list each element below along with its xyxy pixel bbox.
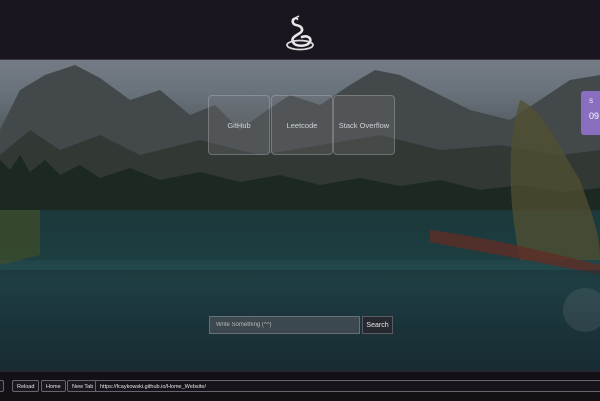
- clock-label: S: [589, 99, 594, 105]
- shortcut-github[interactable]: GitHub: [208, 95, 270, 155]
- new-tab-button[interactable]: New Tab: [67, 380, 99, 392]
- home-button[interactable]: Home: [41, 380, 66, 392]
- clock-widget: S 09: [581, 91, 600, 135]
- search-button[interactable]: Search: [362, 316, 393, 334]
- clock-time: 09: [589, 111, 600, 121]
- url-field[interactable]: https://fcaykowski.github.io/Home_Websit…: [95, 380, 600, 392]
- reload-button[interactable]: Reload: [12, 380, 40, 392]
- shortcut-label: Stack Overflow: [338, 120, 390, 130]
- search-input[interactable]: [209, 316, 360, 334]
- shortcut-leetcode[interactable]: Leetcode: [271, 95, 333, 155]
- back-button[interactable]: [0, 380, 4, 392]
- shortcut-label: Leetcode: [286, 120, 318, 130]
- snake-logo-icon[interactable]: [283, 14, 317, 54]
- shortcut-stack-overflow[interactable]: Stack Overflow: [333, 95, 395, 155]
- top-bar: [0, 0, 600, 60]
- shortcut-label: GitHub: [227, 120, 251, 130]
- browser-toolbar: Reload Home New Tab https://fcaykowski.g…: [0, 371, 600, 401]
